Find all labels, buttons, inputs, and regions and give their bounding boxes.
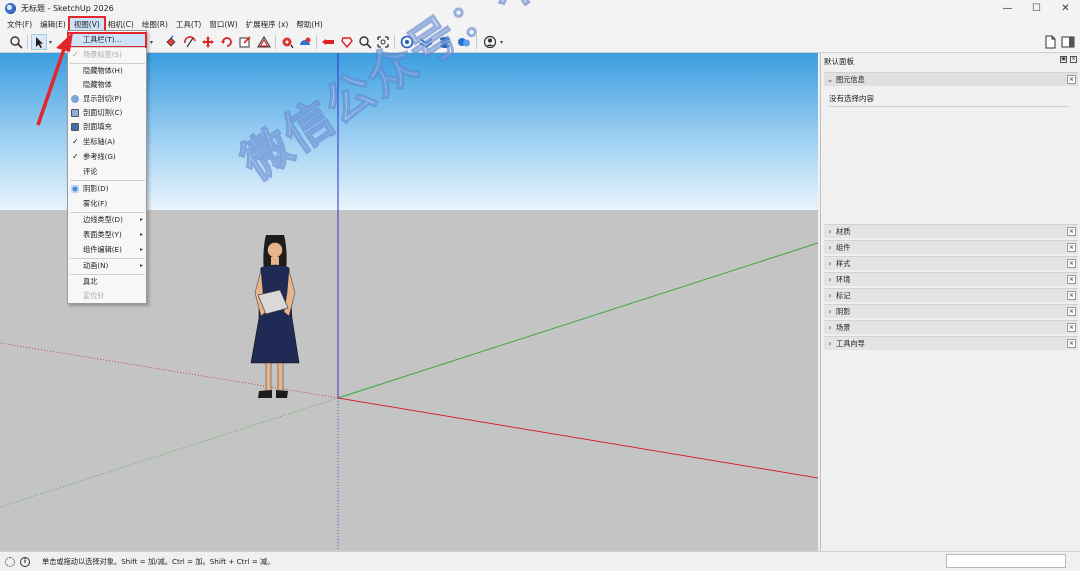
tape-measure-icon[interactable] <box>279 34 295 50</box>
entity-info-header[interactable]: ⌄ 图元信息 × <box>824 72 1078 86</box>
menu-item-north[interactable]: 真北 <box>68 275 146 289</box>
scale-icon[interactable] <box>237 34 253 50</box>
menu-extensions[interactable]: 扩展程序 (x) <box>242 18 293 31</box>
menu-window[interactable]: 窗口(W) <box>205 18 241 31</box>
move-icon[interactable] <box>200 34 216 50</box>
menu-tools[interactable]: 工具(T) <box>172 18 205 31</box>
close-button[interactable]: ✕ <box>1051 0 1080 17</box>
text-icon[interactable] <box>320 34 336 50</box>
menu-item-fog[interactable]: 雾化(F) <box>68 197 146 211</box>
chevron-down-icon: ⌄ <box>826 75 834 84</box>
menu-item-animation[interactable]: 动画(N) ▸ <box>68 259 146 273</box>
close-icon[interactable]: × <box>1067 323 1076 332</box>
close-icon[interactable]: × <box>1067 243 1076 252</box>
paint-bucket-icon[interactable] <box>163 34 179 50</box>
orbit-icon[interactable] <box>182 34 198 50</box>
menu-bar: 文件(F) 编辑(E) 视图(V) 相机(C) 绘图(R) 工具(T) 窗口(W… <box>0 15 1080 33</box>
tray-scenes[interactable]: › 场景 × <box>824 320 1078 334</box>
menu-item-location-pin[interactable]: 定位针 <box>68 289 146 303</box>
close-icon[interactable]: × <box>1067 307 1076 316</box>
tray-components[interactable]: › 组件 × <box>824 240 1078 254</box>
maximize-button[interactable]: ☐ <box>1022 0 1051 17</box>
close-icon[interactable]: × <box>1067 339 1076 348</box>
measurements-box[interactable] <box>946 554 1066 568</box>
menu-camera[interactable]: 相机(C) <box>104 18 138 31</box>
menu-edit[interactable]: 编辑(E) <box>36 18 70 31</box>
tray-shadows[interactable]: › 阴影 × <box>824 304 1078 318</box>
info-icon[interactable]: i <box>20 556 30 567</box>
tray-instructor[interactable]: › 工具向导 × <box>824 336 1078 350</box>
minimize-button[interactable]: — <box>993 0 1022 17</box>
shadow-icon <box>71 185 79 193</box>
no-selection-text: 没有选择内容 <box>829 94 874 103</box>
tray-tags[interactable]: › 标记 × <box>824 288 1078 302</box>
chevron-right-icon: › <box>828 275 832 284</box>
status-bar: i 单击或拖动以选择对象。Shift = 加/减。Ctrl = 加。Shift … <box>0 551 1080 571</box>
tray-materials[interactable]: › 材质 × <box>824 224 1078 238</box>
tray-styles[interactable]: › 样式 × <box>824 256 1078 270</box>
annotation-arrow <box>36 32 73 126</box>
panel-toggle-icon[interactable] <box>1060 34 1076 50</box>
chevron-right-icon: › <box>828 323 832 332</box>
menu-draw[interactable]: 绘图(R) <box>138 18 172 31</box>
close-icon[interactable]: × <box>1067 227 1076 236</box>
offset-icon[interactable] <box>256 34 272 50</box>
geolocation-icon[interactable] <box>5 556 15 567</box>
menu-item-component-edit[interactable]: 组件编辑(E) ▸ <box>68 243 146 257</box>
menu-help[interactable]: 帮助(H) <box>292 18 327 31</box>
chevron-right-icon: › <box>828 243 832 252</box>
rotate-icon[interactable] <box>219 34 235 50</box>
menu-item-face-style[interactable]: 表面类型(Y) ▸ <box>68 228 146 242</box>
default-tray: 默认面板 ▣ × ⌄ 图元信息 × 没有选择内容 › 材质 × › 组件 × ›… <box>820 53 1080 551</box>
chevron-right-icon: › <box>828 307 832 316</box>
tray-pin-controls: ▣ × <box>1060 56 1077 63</box>
menu-view[interactable]: 视图(V) <box>67 15 106 33</box>
pin-icon[interactable]: ▣ <box>1060 56 1067 63</box>
chevron-right-icon: › <box>828 227 832 236</box>
main-toolbar: ▾ ▾ ▾ <box>0 31 1080 53</box>
menu-item-axes[interactable]: ✓ 坐标轴(A) <box>68 135 146 149</box>
window-controls: — ☐ ✕ <box>993 0 1080 17</box>
entity-info-body: 没有选择内容 <box>824 87 1078 211</box>
tray-title: 默认面板 <box>824 57 854 66</box>
close-tray-icon[interactable]: × <box>1070 56 1077 63</box>
protractor-icon[interactable] <box>297 34 313 50</box>
status-hint: 单击或拖动以选择对象。Shift = 加/减。Ctrl = 加。Shift + … <box>42 556 275 566</box>
close-icon[interactable]: × <box>1067 75 1076 84</box>
zoom-icon[interactable] <box>8 34 24 50</box>
menu-item-guides[interactable]: ✓ 参考线(G) <box>68 150 146 164</box>
chevron-right-icon: › <box>828 259 832 268</box>
close-icon[interactable]: × <box>1067 275 1076 284</box>
chevron-right-icon: › <box>828 291 832 300</box>
menu-file[interactable]: 文件(F) <box>3 18 36 31</box>
close-icon[interactable]: × <box>1067 291 1076 300</box>
new-file-icon[interactable] <box>1042 34 1058 50</box>
menu-item-shadows[interactable]: 阴影(D) <box>68 182 146 196</box>
close-icon[interactable]: × <box>1067 259 1076 268</box>
tray-environment[interactable]: › 环境 × <box>824 272 1078 286</box>
menu-item-edge-style[interactable]: 边线类型(D) ▸ <box>68 213 146 227</box>
sketchup-window: 无标题 - SketchUp 2026 — ☐ ✕ 文件(F) 编辑(E) 视图… <box>0 0 1080 571</box>
chevron-right-icon: › <box>828 339 832 348</box>
window-title: 无标题 - SketchUp 2026 <box>21 4 114 13</box>
menu-item-comments[interactable]: 评论 <box>68 165 146 179</box>
sketchup-logo-icon <box>5 3 16 14</box>
